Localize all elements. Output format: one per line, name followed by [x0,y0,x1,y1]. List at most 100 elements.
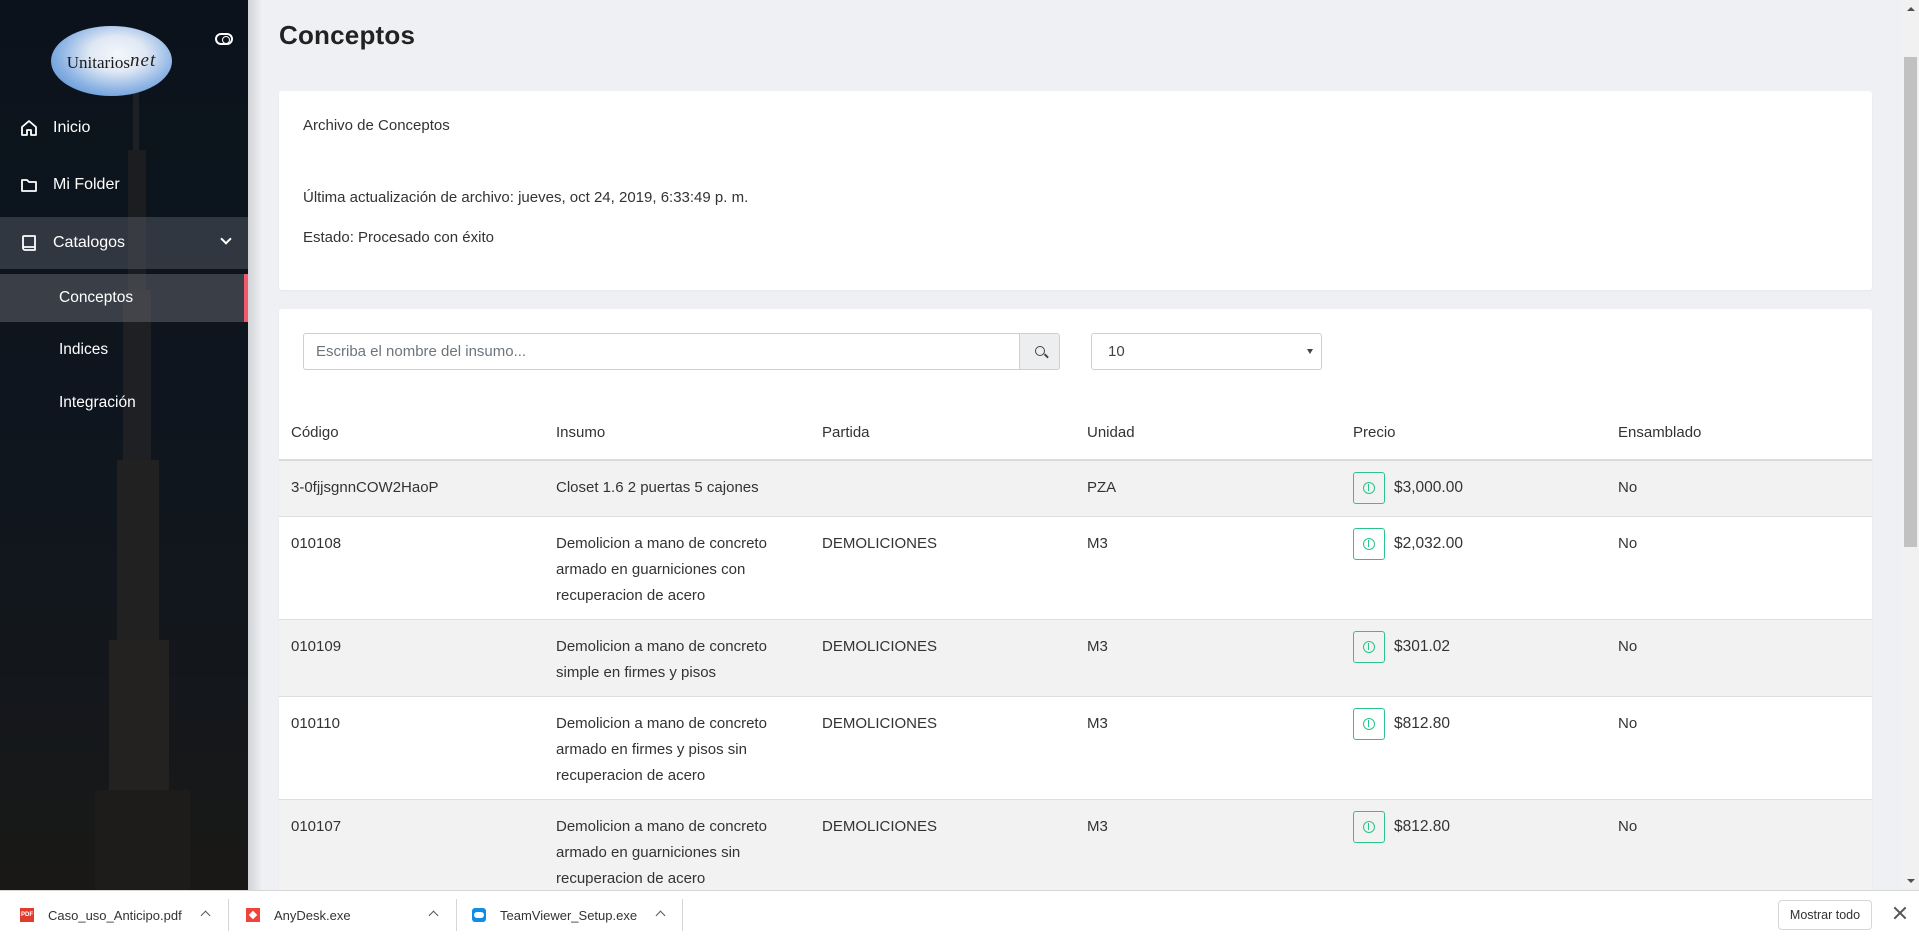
cell-insumo: Demolicion a mano de concreto armado en … [556,715,767,784]
download-filename: Caso_uso_Anticipo.pdf [48,907,182,923]
caret-down-icon [1307,349,1313,354]
price-info-button[interactable] [1353,472,1385,504]
page-title: Conceptos [279,20,416,50]
cell-unidad: M3 [1087,535,1108,552]
scrollbar-thumb[interactable] [1904,57,1917,547]
sidebar-item-inicio[interactable]: Inicio [0,102,248,154]
column-header-codigo[interactable]: Código [291,424,339,441]
chevron-up-icon[interactable] [655,910,666,921]
concepts-table-card: 10 Código Insumo Partida Unidad Precio E… [279,309,1872,909]
price-info-button[interactable] [1353,528,1385,560]
pdf-icon: PDF [20,908,34,922]
file-card-title: Archivo de Conceptos [303,117,450,134]
info-icon [1363,538,1375,550]
table-row[interactable]: 010107 Demolicion a mano de concreto arm… [279,800,1872,903]
cell-insumo: Demolicion a mano de concreto simple en … [556,638,767,681]
status-text: Estado: Procesado con éxito [303,229,494,246]
downloads-bar: PDF Caso_uso_Anticipo.pdf AnyDesk.exe Te… [0,890,1919,938]
price-info-button[interactable] [1353,631,1385,663]
sidebar-item-label: Catalogos [53,234,126,251]
cell-codigo: 3-0fjjsgnnCOW2HaoP [291,479,439,496]
chevron-up-icon[interactable] [200,910,211,921]
anydesk-icon [246,908,260,922]
search-input[interactable] [303,333,1019,370]
sidebar-subitem-label: Conceptos [59,289,134,306]
page-size-value: 10 [1108,343,1125,360]
logo-suffix: net [130,50,157,71]
page-size-select[interactable]: 10 [1091,333,1322,370]
search-button[interactable] [1019,333,1060,370]
cell-codigo: 010109 [291,638,342,655]
cell-unidad: M3 [1087,818,1108,835]
scroll-up-arrow-icon[interactable] [1907,7,1915,11]
cell-precio: $301.02 [1394,638,1451,655]
download-item[interactable]: PDF Caso_uso_Anticipo.pdf [20,891,225,938]
cell-unidad: M3 [1087,638,1108,655]
page-scrollbar[interactable] [1902,0,1919,890]
cell-insumo: Demolicion a mano de concreto armado en … [556,818,767,887]
cell-partida: DEMOLICIONES [822,638,938,655]
toggle-icon[interactable] [215,33,233,45]
home-icon [21,120,37,136]
cell-precio: $812.80 [1394,818,1451,835]
book-icon [22,235,36,251]
folder-icon [21,179,37,192]
column-header-precio[interactable]: Precio [1353,424,1396,441]
cell-codigo: 010110 [291,715,340,732]
cell-codigo: 010107 [291,818,342,835]
price-info-button[interactable] [1353,811,1385,843]
column-header-partida[interactable]: Partida [822,424,870,441]
download-filename: AnyDesk.exe [274,907,351,923]
download-filename: TeamViewer_Setup.exe [500,907,638,923]
cell-ensamblado: No [1618,715,1638,732]
cell-unidad: M3 [1087,715,1108,732]
search-icon [1035,346,1045,356]
column-header-unidad[interactable]: Unidad [1087,424,1135,441]
cell-partida: DEMOLICIONES [822,715,938,732]
cell-codigo: 010108 [291,535,342,552]
sidebar-subitem-integracion[interactable]: Integración [0,379,248,427]
table-row[interactable]: 3-0fjjsgnnCOW2HaoP Closet 1.6 2 puertas … [279,461,1872,517]
teamviewer-icon [472,908,486,922]
info-icon [1363,718,1375,730]
sidebar-item-catalogos[interactable]: Catalogos [0,217,248,269]
download-item[interactable]: AnyDesk.exe [246,891,451,938]
info-icon [1363,482,1375,494]
table-row[interactable]: 010109 Demolicion a mano de concreto sim… [279,620,1872,697]
table-row[interactable]: 010108 Demolicion a mano de concreto arm… [279,517,1872,620]
column-header-insumo[interactable]: Insumo [556,424,605,441]
sidebar: Unitarios net Inicio Mi Folder Catalogos … [0,0,248,890]
sidebar-subitem-conceptos[interactable]: Conceptos [0,274,248,322]
sidebar-subitem-indices[interactable]: Indices [0,326,248,374]
search-group [303,333,1060,370]
cell-insumo: Closet 1.6 2 puertas 5 cajones [556,479,759,496]
cell-partida: DEMOLICIONES [822,818,938,835]
cell-precio: $2,032.00 [1394,535,1463,552]
column-header-ensamblado[interactable]: Ensamblado [1618,424,1701,441]
cell-unidad: PZA [1087,479,1117,496]
download-item[interactable]: TeamViewer_Setup.exe [472,891,677,938]
sidebar-item-mi-folder[interactable]: Mi Folder [0,159,248,211]
cell-ensamblado: No [1618,638,1638,655]
app-logo[interactable]: Unitarios net [51,26,172,96]
chevron-up-icon[interactable] [428,910,439,921]
sidebar-item-label: Mi Folder [53,176,120,193]
concepts-table: Código Insumo Partida Unidad Precio Ensa… [279,409,1872,903]
table-header: Código Insumo Partida Unidad Precio Ensa… [279,409,1872,461]
cell-partida: DEMOLICIONES [822,535,938,552]
info-icon [1363,641,1375,653]
price-info-button[interactable] [1353,708,1385,740]
file-info-card: Archivo de Conceptos Última actualizació… [279,91,1872,290]
info-icon [1363,821,1375,833]
cell-insumo: Demolicion a mano de concreto armado en … [556,535,767,604]
cell-precio: $812.80 [1394,715,1451,732]
chevron-down-icon [220,233,232,245]
show-all-downloads-button[interactable]: Mostrar todo [1778,900,1872,930]
cell-ensamblado: No [1618,535,1638,552]
table-row[interactable]: 010110 Demolicion a mano de concreto arm… [279,697,1872,800]
close-icon[interactable] [1892,905,1908,921]
sidebar-item-label: Inicio [53,119,91,136]
sidebar-subitem-label: Integración [59,394,136,411]
scroll-down-arrow-icon[interactable] [1907,879,1915,883]
logo-text: Unitarios [66,53,131,72]
